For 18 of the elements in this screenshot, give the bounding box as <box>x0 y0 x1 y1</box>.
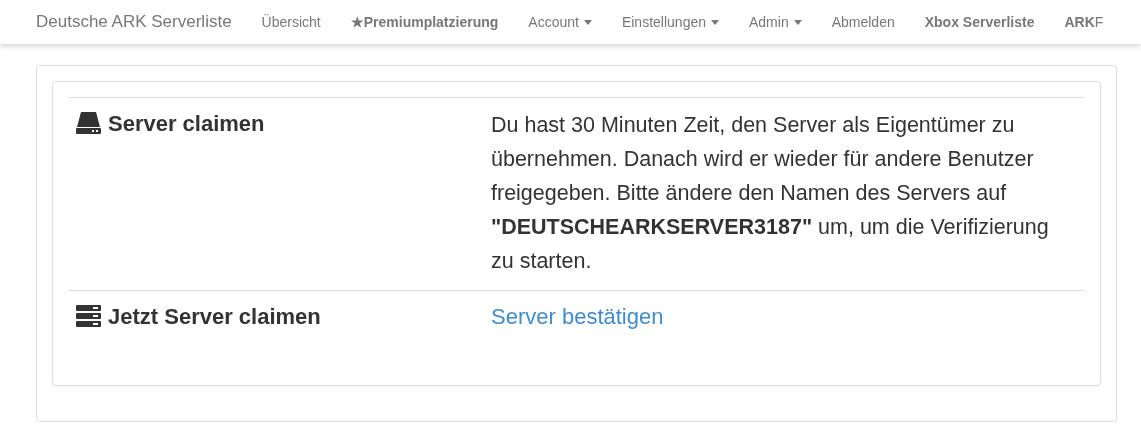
nav-link[interactable]: Abmelden <box>831 14 895 30</box>
nav-link[interactable]: Xbox Serverliste <box>924 14 1035 30</box>
nav-dropdown[interactable]: Einstellungen <box>621 14 719 30</box>
hard-drive-icon <box>76 111 101 135</box>
row-title: Server claimen <box>108 110 265 138</box>
caret-icon <box>793 19 802 25</box>
server-icon <box>76 304 101 328</box>
nav-dropdown[interactable]: Admin <box>749 14 802 30</box>
row-title: Jetzt Server claimen <box>108 303 321 331</box>
nav-link[interactable]: ARKF <box>1064 14 1104 30</box>
nav-dropdown[interactable]: Account <box>528 14 592 30</box>
instruction-text: Du hast 30 Minuten Zeit, den Server als Eigentümer zu übernehmen. Danach wird er wieder für andere Benutzer freigegeben. Bitte ändere den Namen des Servers auf "DEUTSCHEARKSERVER3187" um, um die Verifizierung zu starten. <box>491 112 1050 275</box>
confirm-link[interactable]: Server bestätigen <box>491 304 664 329</box>
nav-link[interactable]: ★Premiumplatzierung <box>350 14 499 30</box>
nav-link[interactable]: Übersicht <box>261 14 321 30</box>
caret-icon <box>583 19 592 25</box>
brand-link[interactable]: Deutsche ARK Serverliste <box>36 12 232 32</box>
caret-icon <box>711 19 719 25</box>
